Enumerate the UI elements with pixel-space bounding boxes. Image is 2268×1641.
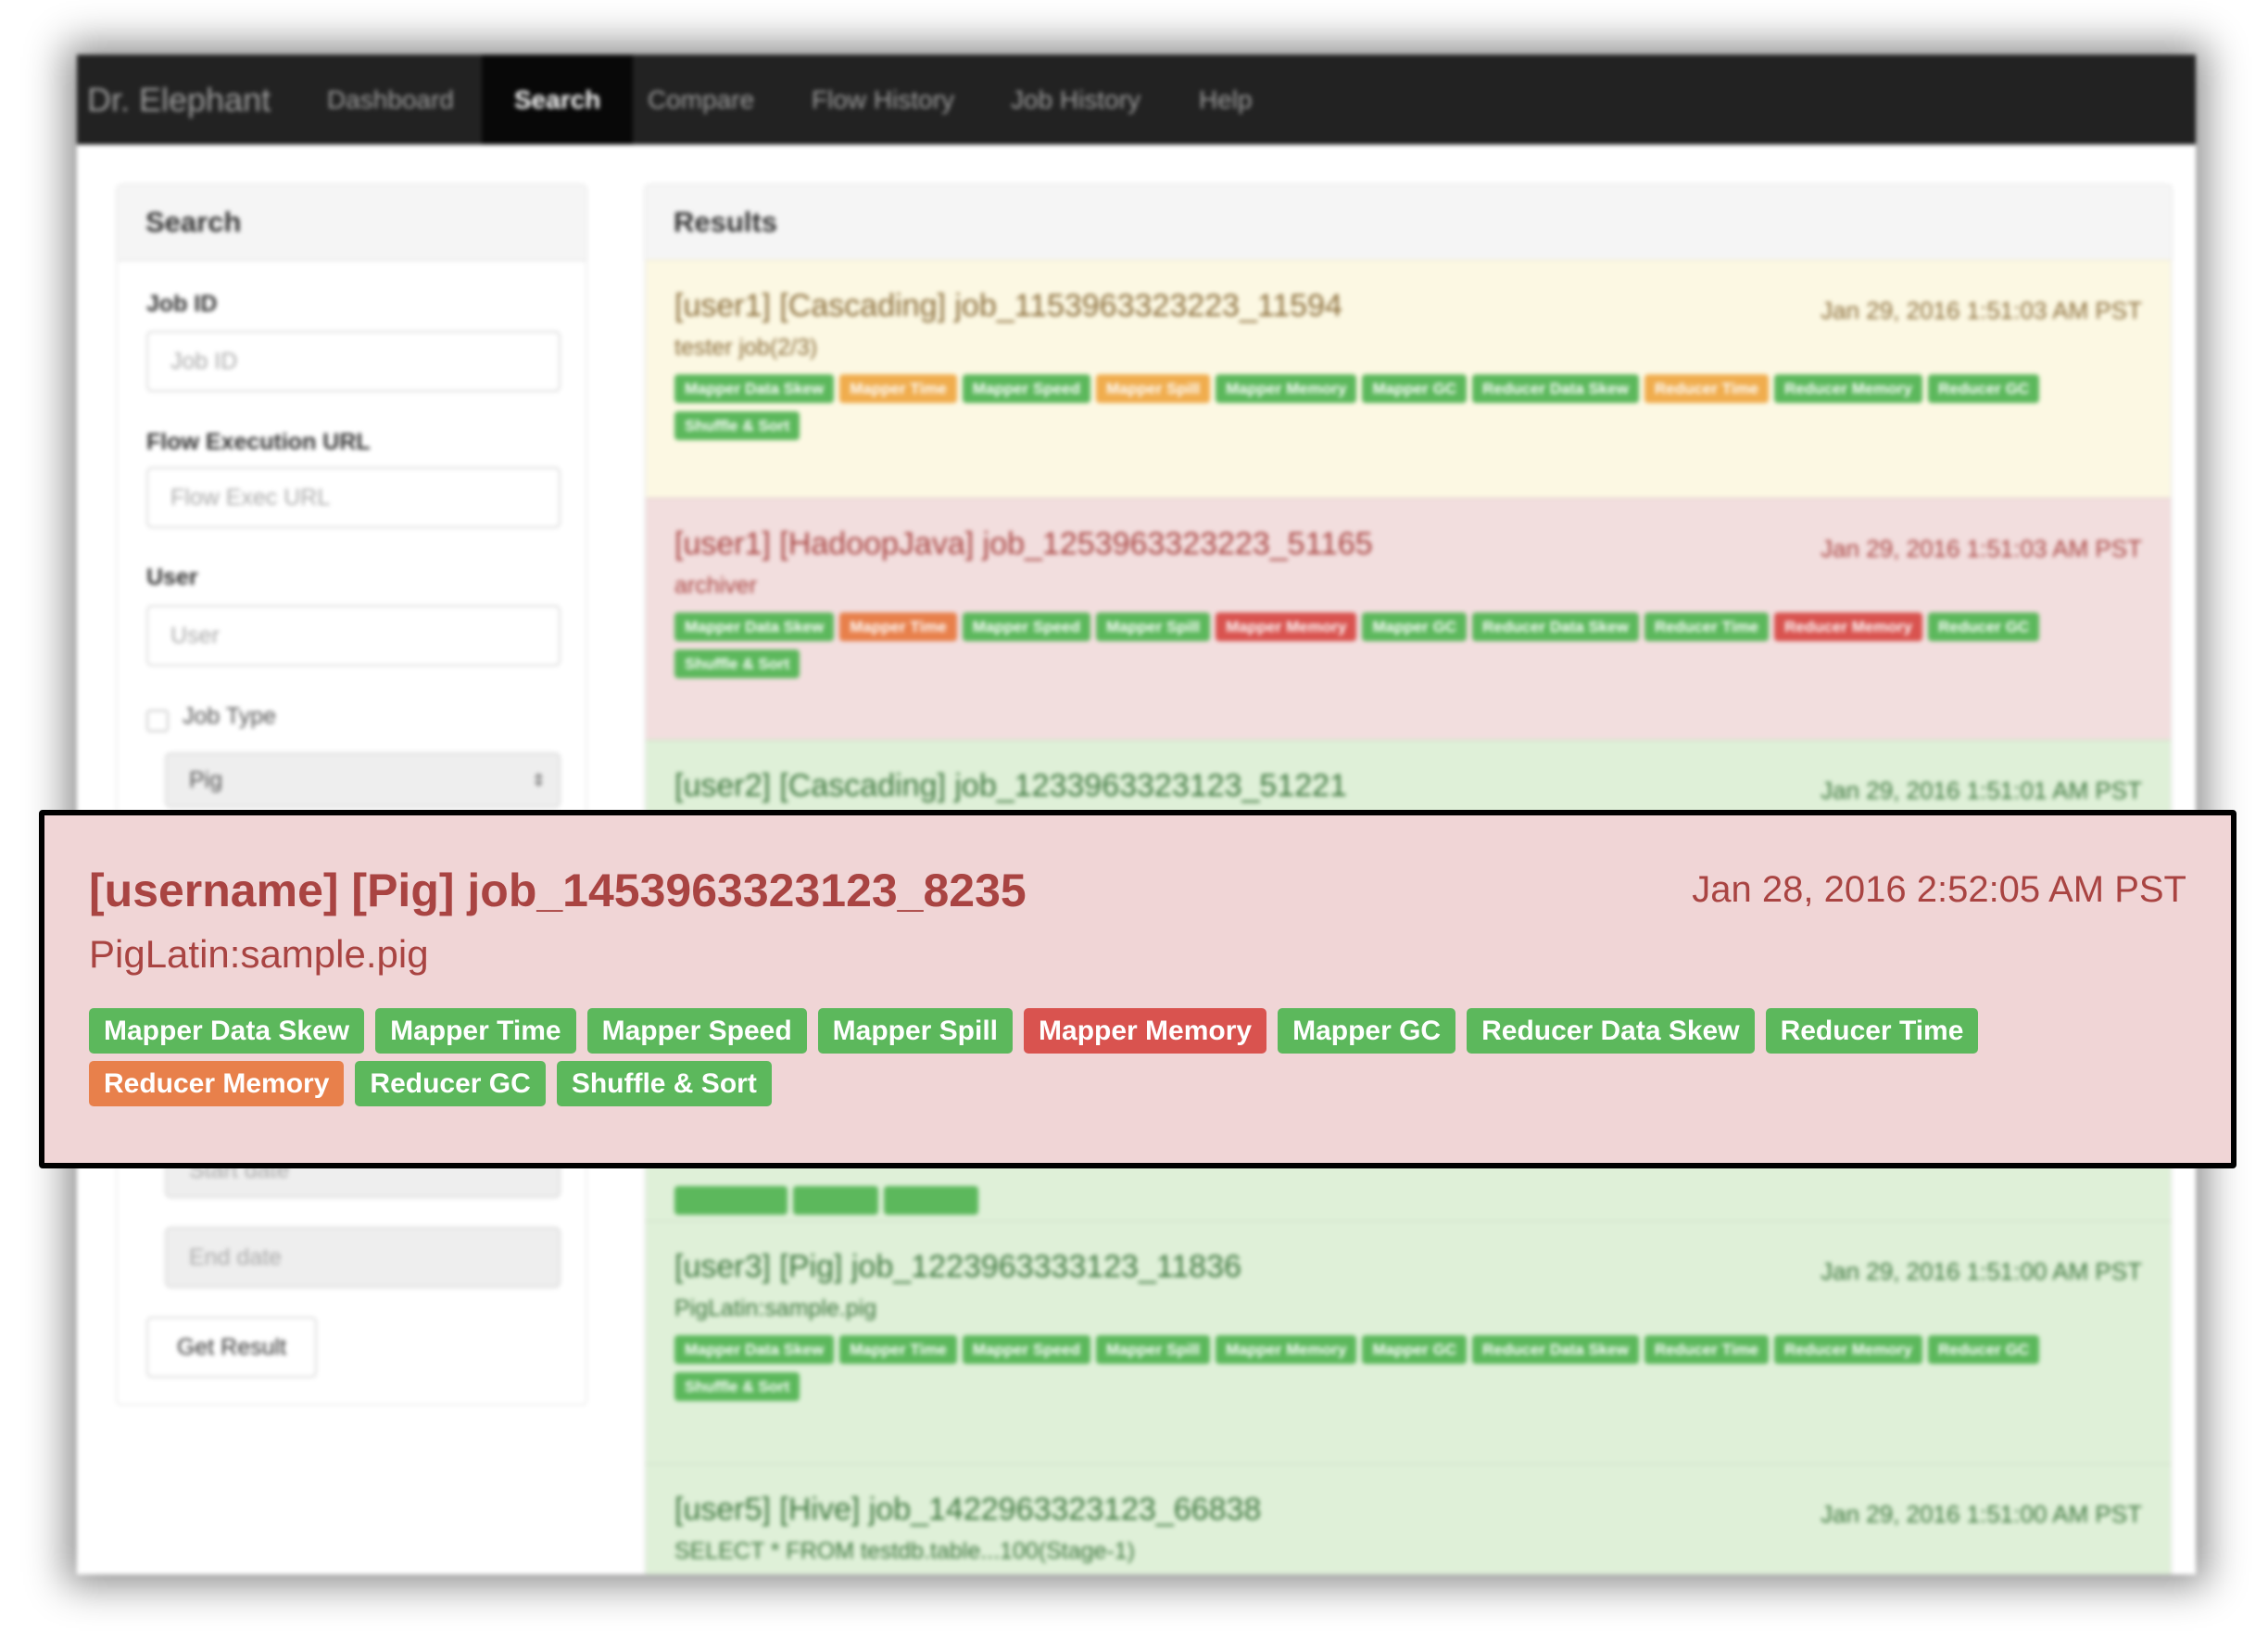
heuristic-badge[interactable]: Reducer Data Skew — [1472, 1335, 1639, 1364]
heuristic-badge[interactable]: Reducer Data Skew — [1467, 1008, 1755, 1054]
nav-help[interactable]: Help — [1171, 55, 1280, 145]
highlighted-result[interactable]: [username] [Pig] job_1453963323123_8235 … — [39, 810, 2236, 1168]
result-subtitle: PigLatin:sample.pig — [674, 1295, 877, 1321]
heuristic-badge[interactable]: Mapper Memory — [1216, 374, 1357, 403]
result-row[interactable]: [user1] [HadoopJava] job_1253963323223_5… — [646, 498, 2171, 739]
heuristic-badge[interactable]: Reducer Data Skew — [1472, 612, 1639, 641]
job-id-input[interactable]: Job ID — [146, 331, 561, 392]
heuristic-badges: Mapper Data Skew Mapper Time Mapper Speed M… — [674, 1335, 2046, 1401]
heuristic-badge[interactable]: Mapper Spill — [817, 1008, 1014, 1054]
result-date: Jan 29, 2016 1:51:03 AM PST — [1821, 297, 2142, 324]
heuristic-badge[interactable]: Reducer Memory — [1774, 1335, 1922, 1364]
heuristic-badge[interactable]: Reducer Data Skew — [1472, 374, 1639, 403]
result-date: Jan 29, 2016 1:51:03 AM PST — [1821, 535, 2142, 562]
highlight-date: Jan 28, 2016 2:52:05 AM PST — [1692, 869, 2186, 910]
highlight-subtitle: PigLatin:sample.pig — [89, 932, 429, 976]
heuristic-badge[interactable]: Reducer GC — [355, 1061, 546, 1106]
heuristic-badge — [884, 1186, 978, 1215]
heuristic-badge[interactable]: Mapper Spill — [1096, 612, 1211, 641]
heuristic-badges: Mapper Data Skew Mapper Time Mapper Speed M… — [674, 374, 2046, 440]
heuristic-badge[interactable]: Mapper Speed — [962, 1335, 1090, 1364]
heuristic-badge[interactable]: Mapper Data Skew — [674, 374, 835, 403]
heuristic-badge[interactable]: Reducer Memory — [1774, 612, 1922, 641]
heuristic-badge[interactable]: Shuffle & Sort — [556, 1061, 772, 1106]
heuristic-badge[interactable]: Mapper Data Skew — [674, 612, 835, 641]
result-row[interactable]: [user3] [Pig] job_1223963333123_11836 Jan… — [646, 1220, 2171, 1463]
select-arrows-icon: ⇕ — [531, 771, 546, 789]
flow-url-input[interactable]: Flow Exec URL — [146, 467, 561, 528]
heuristic-badge[interactable]: Reducer Time — [1765, 1008, 1979, 1054]
navbar: Dr. Elephant Dashboard Search Compare Fl… — [77, 55, 2196, 145]
heuristic-badge[interactable]: Mapper Time — [839, 612, 957, 641]
heuristic-badge[interactable]: Mapper Speed — [962, 612, 1090, 641]
result-row[interactable]: [user5] [Hive] job_1422963323123_66838 Ja… — [646, 1463, 2171, 1574]
heuristic-badge — [793, 1186, 878, 1215]
nav-compare[interactable]: Compare — [620, 55, 782, 145]
heuristic-badge[interactable]: Mapper GC — [1278, 1008, 1456, 1054]
heuristic-badge[interactable]: Mapper Spill — [1096, 374, 1211, 403]
nav-search[interactable]: Search — [482, 55, 634, 145]
result-subtitle: tester job(2/3) — [674, 335, 818, 360]
heuristic-badge[interactable]: Shuffle & Sort — [674, 650, 800, 678]
result-row[interactable]: [user1] [Cascading] job_1153963323223_11… — [646, 259, 2171, 498]
job-type-checkbox[interactable] — [146, 710, 169, 732]
job-type-select[interactable]: Pig ⇕ — [165, 752, 561, 808]
nav-job-history[interactable]: Job History — [983, 55, 1168, 145]
results-panel-title: Results — [646, 185, 2171, 261]
heuristic-badge[interactable]: Shuffle & Sort — [674, 411, 800, 440]
heuristic-badge[interactable]: Reducer GC — [1928, 374, 2040, 403]
job-type-value: Pig — [189, 767, 223, 793]
heuristic-badges: Mapper Data Skew Mapper Time Mapper Speed M… — [674, 612, 2046, 678]
heuristic-badge[interactable]: Mapper Speed — [962, 374, 1090, 403]
result-date: Jan 29, 2016 1:51:00 AM PST — [1821, 1500, 2142, 1528]
heuristic-badge[interactable]: Mapper Data Skew — [674, 1335, 835, 1364]
job-id-label: Job ID — [146, 291, 218, 317]
nav-dashboard[interactable]: Dashboard — [299, 55, 482, 145]
heuristic-badge[interactable]: Mapper Data Skew — [89, 1008, 365, 1054]
result-date: Jan 29, 2016 1:51:00 AM PST — [1821, 1257, 2142, 1285]
heuristic-badge — [674, 1186, 788, 1215]
heuristic-badge[interactable]: Mapper Spill — [1096, 1335, 1211, 1364]
highlight-title[interactable]: [username] [Pig] job_1453963323123_8235 — [89, 864, 1027, 917]
heuristic-badge[interactable]: Mapper Time — [839, 374, 957, 403]
heuristic-badge[interactable]: Mapper Time — [839, 1335, 957, 1364]
hidden-row-badges — [674, 1186, 2046, 1215]
flow-url-label: Flow Execution URL — [146, 429, 371, 455]
search-panel: Search Job ID Job ID Flow Execution URL … — [116, 183, 587, 1406]
heuristic-badge[interactable]: Mapper GC — [1362, 612, 1468, 641]
heuristic-badge[interactable]: Mapper Memory — [1216, 612, 1357, 641]
heuristic-badge[interactable]: Mapper Time — [375, 1008, 576, 1054]
nav-flow-history[interactable]: Flow History — [784, 55, 982, 145]
heuristic-badge[interactable]: Reducer Time — [1644, 612, 1770, 641]
heuristic-badge[interactable]: Reducer Time — [1644, 1335, 1770, 1364]
heuristic-badge[interactable]: Mapper Memory — [1024, 1008, 1267, 1054]
heuristic-badge[interactable]: Mapper GC — [1362, 1335, 1468, 1364]
end-date-input[interactable]: End date — [165, 1227, 561, 1288]
heuristic-badge[interactable]: Reducer GC — [1928, 1335, 2040, 1364]
result-date: Jan 29, 2016 1:51:01 AM PST — [1821, 776, 2142, 804]
heuristic-badge[interactable]: Shuffle & Sort — [674, 1372, 800, 1401]
user-label: User — [146, 564, 198, 590]
heuristic-badge[interactable]: Mapper Speed — [586, 1008, 807, 1054]
job-type-label: Job Type — [183, 703, 277, 729]
brand-logo[interactable]: Dr. Elephant — [87, 55, 271, 145]
heuristic-badge[interactable]: Reducer GC — [1928, 612, 2040, 641]
heuristic-badge[interactable]: Reducer Time — [1644, 374, 1770, 403]
heuristic-badge[interactable]: Mapper Memory — [1216, 1335, 1357, 1364]
search-panel-title: Search — [118, 185, 586, 261]
heuristic-badge[interactable]: Reducer Memory — [1774, 374, 1922, 403]
heuristic-badge[interactable]: Mapper GC — [1362, 374, 1468, 403]
result-subtitle: archiver — [674, 573, 757, 599]
highlight-heuristic-badges: Mapper Data Skew Mapper Time Mapper Speed M… — [89, 1008, 2035, 1106]
heuristic-badge[interactable]: Reducer Memory — [89, 1061, 345, 1106]
get-result-button[interactable]: Get Result — [146, 1317, 317, 1378]
result-subtitle: SELECT * FROM testdb.table...100(Stage-1… — [674, 1538, 1135, 1564]
user-input[interactable]: User — [146, 605, 561, 666]
